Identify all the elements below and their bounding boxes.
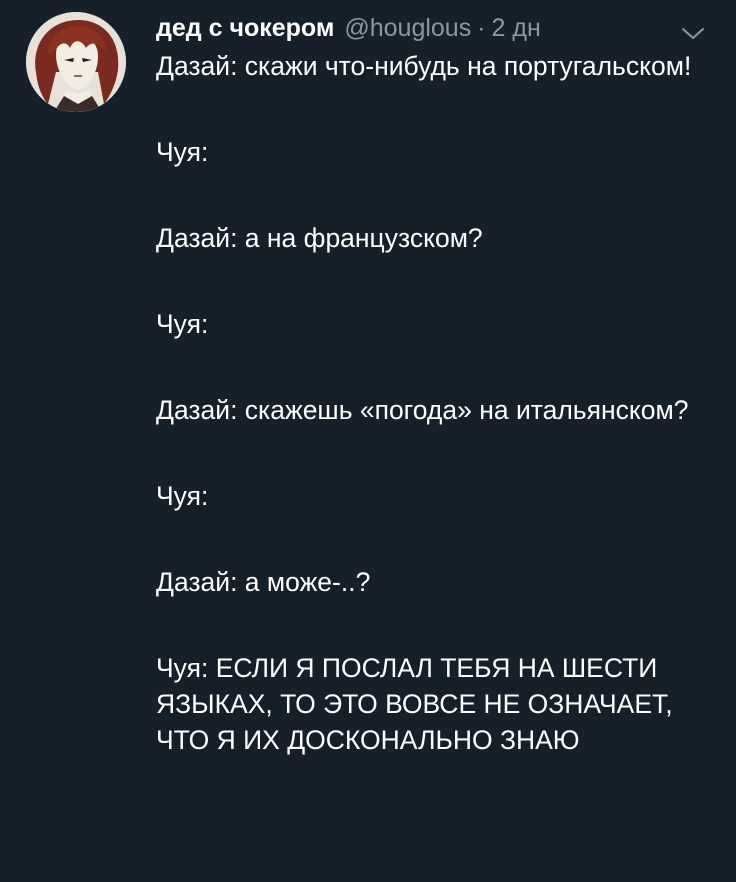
timestamp[interactable]: 2 дн bbox=[492, 14, 541, 43]
tweet-paragraph: Чуя: ЕСЛИ Я ПОСЛАЛ ТЕБЯ НА ШЕСТИ ЯЗЫКАХ,… bbox=[156, 653, 673, 755]
tweet-paragraph: Дазай: скажешь «погода» на итальянском? bbox=[156, 395, 689, 425]
author-name[interactable]: дед с чокером bbox=[156, 14, 334, 43]
avatar[interactable] bbox=[26, 12, 126, 112]
tweet-header: дед с чокером @houglous · 2 дн bbox=[156, 14, 541, 46]
avatar-image bbox=[26, 12, 126, 112]
tweet-text: Дазай: скажи что-нибудь на португальском… bbox=[156, 48, 721, 808]
author-handle[interactable]: @houglous bbox=[344, 14, 471, 43]
tweet-paragraph: Чуя: bbox=[156, 481, 209, 511]
tweet-paragraph: Дазай: а на французском? bbox=[156, 223, 483, 253]
tweet-paragraph: Дазай: а може-..? bbox=[156, 567, 371, 597]
separator-dot: · bbox=[477, 14, 486, 42]
tweet-paragraph: Чуя: bbox=[156, 137, 209, 167]
tweet-paragraph: Дазай: скажи что-нибудь на португальском… bbox=[156, 51, 692, 81]
chevron-down-icon[interactable] bbox=[680, 26, 706, 42]
tweet-paragraph: Чуя: bbox=[156, 309, 209, 339]
tweet[interactable]: дед с чокером @houglous · 2 дн Дазай: ск… bbox=[0, 0, 736, 882]
